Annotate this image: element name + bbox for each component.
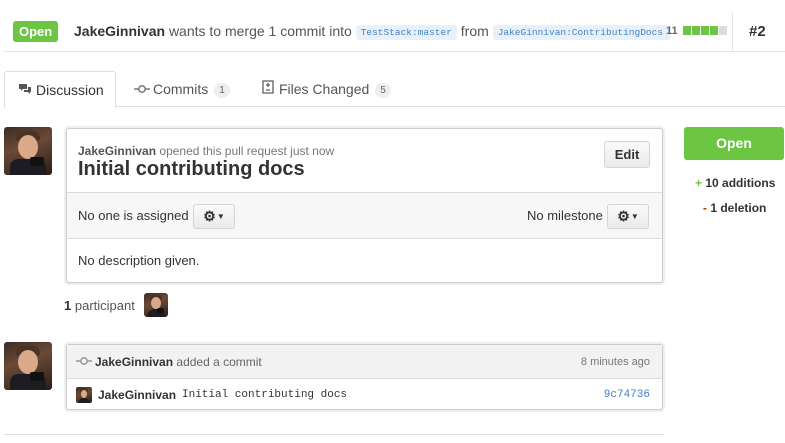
tab-label: Commits (153, 81, 209, 97)
participant-avatar[interactable] (144, 293, 168, 317)
tab-files-changed[interactable]: Files Changed 5 (260, 71, 391, 107)
tab-label: Files Changed (279, 81, 370, 97)
caret-down-icon: ▼ (216, 212, 225, 221)
commit-sha-link[interactable]: 9c74736 (604, 389, 650, 401)
milestone-text: No milestone (527, 208, 603, 223)
tab-label: Discussion (36, 82, 104, 98)
commit-event-header: JakeGinnivan added a commit 8 minutes ag… (67, 345, 662, 379)
state-button[interactable]: Open (684, 127, 784, 160)
state-badge: Open (13, 21, 59, 42)
merge-phrase: wants to merge 1 commit into (168, 23, 352, 39)
diffstat-block (683, 26, 691, 35)
commit-event-text: JakeGinnivan added a commit (95, 355, 262, 369)
header-divider (732, 12, 733, 52)
pr-description: No description given. (78, 253, 200, 268)
avatar[interactable] (4, 342, 52, 390)
additions-count: 10 additions (705, 176, 776, 190)
comment-discussion-icon (17, 73, 33, 109)
deletions-summary: - 1 deletion (703, 201, 766, 215)
opened-line: JakeGinnivan opened this pull request ju… (78, 144, 334, 158)
pull-request-discussion: JakeGinnivan opened this pull request ju… (66, 128, 663, 283)
from-word: from (460, 23, 489, 39)
diffstat-bar (683, 26, 727, 35)
diffstat-block (719, 26, 727, 35)
diff-icon (260, 72, 276, 108)
opened-text: opened this pull request just now (159, 144, 335, 158)
timestamp: 8 minutes ago (580, 356, 650, 368)
avatar[interactable] (4, 127, 52, 175)
plus-sign: + (695, 176, 703, 190)
commit-message-link[interactable]: Initial contributing docs (182, 389, 347, 401)
deletions-count: 1 deletion (710, 201, 767, 215)
gear-icon: ⚙ (617, 208, 630, 224)
git-commit-icon (134, 72, 150, 108)
diffstat-block (701, 26, 709, 35)
timeline-divider (4, 434, 664, 435)
merge-summary: JakeGinnivan wants to merge 1 commit int… (74, 23, 671, 40)
diffstat-block (692, 26, 700, 35)
files-counter: 5 (375, 83, 391, 98)
tab-discussion[interactable]: Discussion (4, 71, 116, 108)
diffstat-block (710, 26, 718, 35)
page-title: Initial contributing docs (78, 158, 305, 180)
commit-action: added a commit (176, 355, 262, 369)
base-ref[interactable]: TestStack:master (355, 25, 457, 40)
pr-tabs: Discussion Commits 1 Files Changed 5 (4, 71, 785, 108)
discussion-header: JakeGinnivan opened this pull request ju… (67, 129, 662, 193)
author-link[interactable]: JakeGinnivan (78, 144, 156, 158)
participant-label: participant (74, 298, 135, 313)
git-commit-icon (76, 354, 92, 368)
caret-down-icon: ▼ (630, 212, 639, 221)
minus-sign: - (703, 201, 707, 215)
pr-header: Open JakeGinnivan wants to merge 1 commi… (4, 12, 785, 52)
assignee-text: No one is assigned (78, 208, 189, 223)
author-link[interactable]: JakeGinnivan (95, 355, 173, 369)
commits-counter: 1 (214, 83, 230, 98)
gear-icon: ⚙ (203, 208, 216, 224)
author-link[interactable]: JakeGinnivan (74, 23, 165, 39)
diff-count: 11 (666, 25, 678, 37)
commit-event: JakeGinnivan added a commit 8 minutes ag… (66, 344, 663, 410)
participant-count: 1 (64, 298, 72, 313)
assignee-gear-button[interactable]: ⚙▼ (193, 204, 235, 229)
participants: 1 participant (64, 298, 135, 313)
milestone-gear-button[interactable]: ⚙▼ (607, 204, 649, 229)
commit-author-link[interactable]: JakeGinnivan (98, 388, 176, 402)
discussion-meta: No one is assigned ⚙▼ No milestone ⚙▼ (67, 193, 662, 239)
additions-summary: + 10 additions (695, 176, 775, 190)
pr-number: #2 (749, 23, 766, 40)
tab-commits[interactable]: Commits 1 (134, 71, 230, 107)
commit-author-avatar[interactable] (76, 387, 92, 403)
head-ref[interactable]: JakeGinnivan:ContributingDocs (492, 25, 671, 40)
commit-row: JakeGinnivan Initial contributing docs 9… (67, 380, 662, 410)
edit-button[interactable]: Edit (604, 141, 650, 168)
